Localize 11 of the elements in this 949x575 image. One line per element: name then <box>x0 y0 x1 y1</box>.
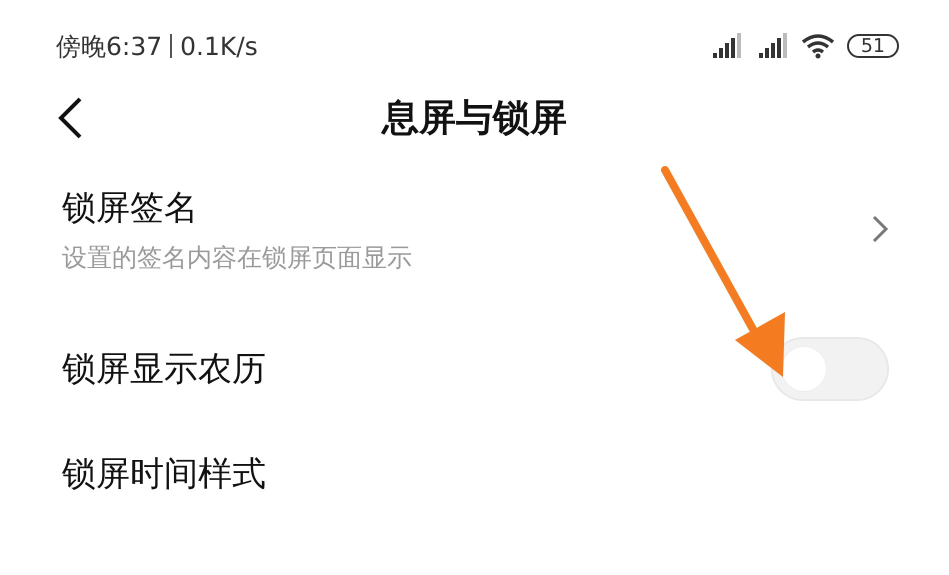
network-speed: 0.1K/s <box>180 32 258 60</box>
wifi-icon <box>800 33 835 59</box>
battery-indicator: 51 <box>846 34 899 58</box>
chevron-icon[interactable] <box>871 214 889 244</box>
setting-title: 锁屏时间样式 <box>62 453 267 496</box>
back-button[interactable] <box>56 96 84 140</box>
setting-description: 设置的签名内容在锁屏页面显示 <box>62 242 413 274</box>
page-title: 息屏与锁屏 <box>382 95 567 141</box>
setting-title: 锁屏显示农历 <box>62 348 267 391</box>
status-time: 傍晚6:37 <box>56 30 162 62</box>
setting-title: 锁屏签名 <box>62 186 199 230</box>
